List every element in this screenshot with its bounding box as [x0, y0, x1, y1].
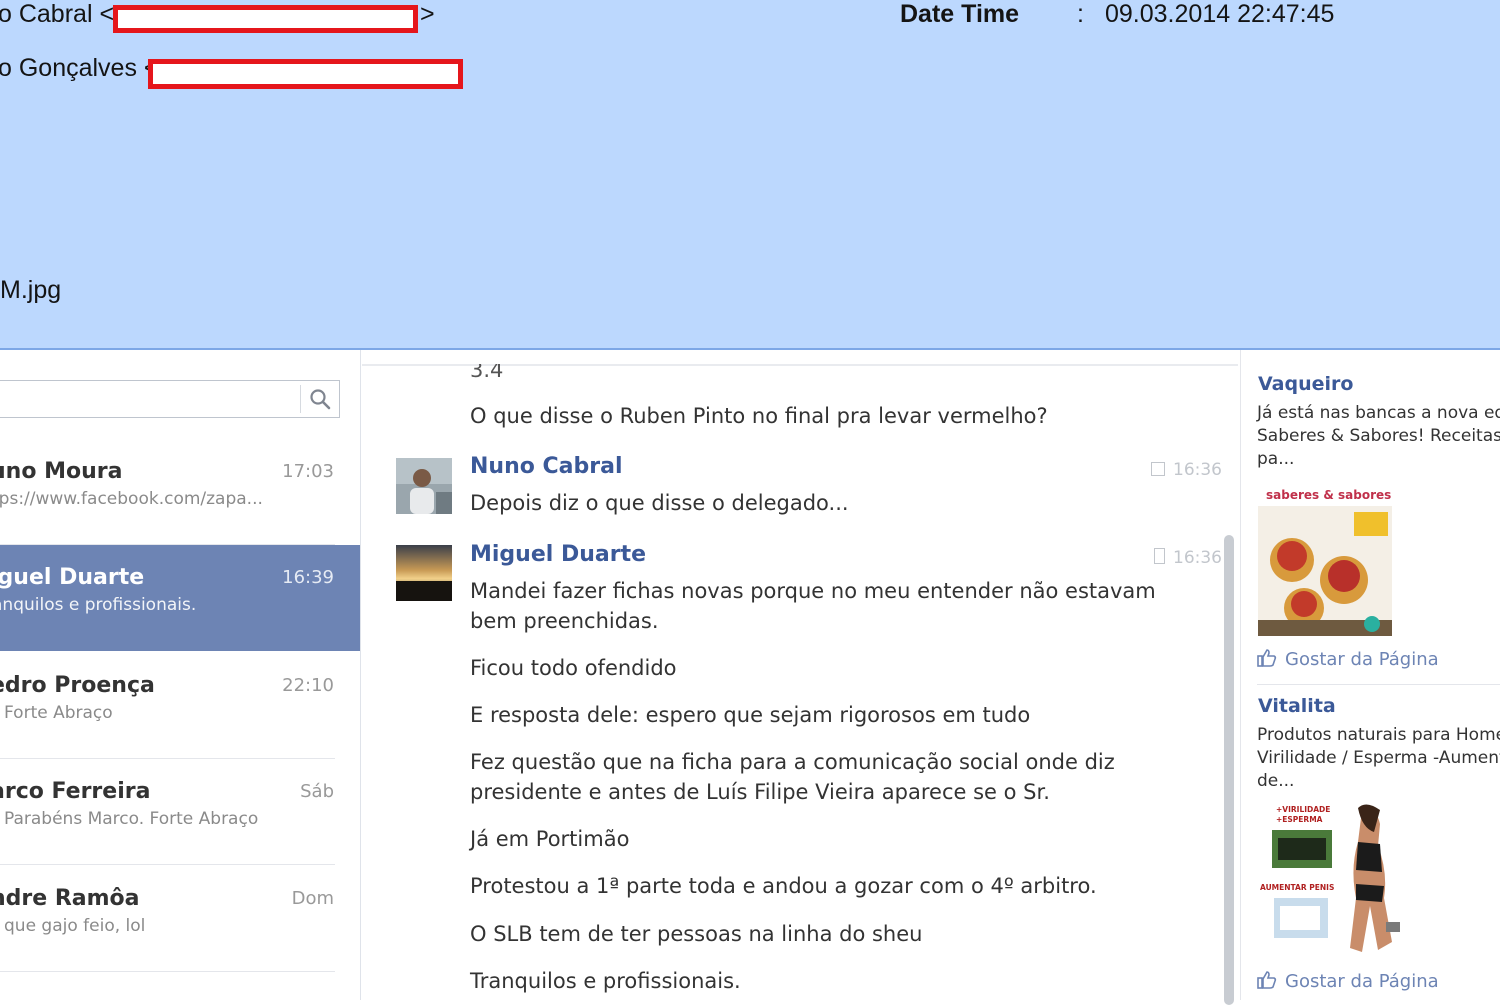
ad-title[interactable]: Vaqueiro: [1258, 373, 1353, 395]
conversation-list: uno Moura 17:03 tps://www.facebook.com/z…: [0, 350, 361, 1000]
conversation-name: arco Ferreira: [0, 779, 151, 804]
facebook-messages: uno Moura 17:03 tps://www.facebook.com/z…: [0, 350, 1500, 1005]
message-text: Tranquilos e profissionais.: [470, 969, 741, 993]
search-icon[interactable]: [309, 388, 331, 410]
conversation-snippet: anquilos e profissionais.: [0, 595, 197, 615]
message-text: O SLB tem de ter pessoas na linha do she…: [470, 922, 923, 946]
divider: [0, 971, 335, 972]
message-text: Fez questão que na ficha para a comunica…: [470, 750, 1115, 774]
conversation-time: 22:10: [282, 675, 334, 696]
ad-like-link[interactable]: Gostar da Página: [1257, 648, 1439, 670]
conversation-time: 16:39: [282, 567, 334, 588]
conversation-item[interactable]: arco Ferreira Sáb Parabéns Marco. Forte …: [0, 759, 360, 865]
conversation-time: Sáb: [300, 781, 334, 802]
sender-name[interactable]: Nuno Cabral: [470, 454, 623, 479]
message-mobile-icon: [1154, 548, 1165, 564]
search-box[interactable]: [0, 380, 340, 418]
conversation-name: iguel Duarte: [0, 565, 145, 590]
redacted-to-address: [148, 59, 463, 89]
message-thread: 3.4 O que disse o Ruben Pinto no final p…: [362, 350, 1238, 1005]
message-text: Mandei fazer fichas novas porque no meu …: [470, 579, 1156, 603]
conversation-snippet: que gajo feio, lol: [4, 916, 146, 936]
conversation-name: ndre Ramôa: [0, 886, 140, 911]
sponsored-ads: Vaqueiro Já está nas bancas a nova ed Sa…: [1240, 350, 1500, 1000]
from-address-end: >: [420, 0, 435, 28]
ad-body-line: de...: [1257, 771, 1295, 791]
svg-text:AUMENTAR PENIS: AUMENTAR PENIS: [1260, 883, 1334, 892]
thumbs-up-icon: [1257, 649, 1277, 667]
conversation-time: Dom: [291, 888, 334, 909]
ad-body-line: Saberes & Sabores! Receitas: [1257, 426, 1500, 446]
message-text: presidente e antes de Luís Filipe Vieira…: [470, 780, 1050, 804]
message-text: Ficou todo ofendido: [470, 656, 677, 680]
datetime-label: Date Time: [900, 0, 1020, 28]
ad-body-line: pa...: [1257, 449, 1295, 469]
message-sent-icon: [1151, 462, 1165, 476]
conversation-item-active[interactable]: iguel Duarte 16:39 anquilos e profission…: [0, 545, 360, 651]
search-input[interactable]: [0, 381, 311, 417]
message-text: Protestou a 1ª parte toda e andou a goza…: [470, 874, 1097, 898]
avatar-nuno-cabral[interactable]: [396, 458, 452, 514]
message-time: 16:36: [1154, 548, 1222, 568]
conversation-snippet: Parabéns Marco. Forte Abraço: [4, 809, 259, 829]
conversation-item[interactable]: ndre Ramôa Dom que gajo feio, lol: [0, 866, 360, 972]
attachment-filename[interactable]: M.jpg: [0, 276, 61, 304]
divider: [0, 864, 335, 865]
ad-body-line: Já está nas bancas a nova ed: [1257, 403, 1500, 423]
to-name: o Gonçalves <: [0, 54, 159, 82]
message-text: bem preenchidas.: [470, 609, 659, 633]
ad-body-line: Virilidade / Esperma -Aumenta: [1257, 748, 1500, 768]
email-header: o Cabral < > o Gonçalves < Date Time : 0…: [0, 0, 1500, 350]
message-text: O que disse o Ruben Pinto no final pra l…: [470, 404, 1048, 428]
conversation-time: 17:03: [282, 461, 334, 482]
conversation-item[interactable]: uno Moura 17:03 tps://www.facebook.com/z…: [0, 439, 360, 545]
conversation-name: edro Proença: [0, 673, 155, 698]
conversation-snippet: Forte Abraço: [4, 703, 113, 723]
thumbs-up-icon: [1257, 971, 1277, 989]
svg-text:saberes & sabores: saberes & sabores: [1266, 488, 1391, 502]
message-text: Depois diz o que disse o delegado...: [470, 491, 849, 515]
ad-like-link[interactable]: Gostar da Página: [1257, 970, 1439, 992]
conversation-snippet: tps://www.facebook.com/zapa...: [0, 489, 263, 509]
message-text: E resposta dele: espero que sejam rigoro…: [470, 703, 1031, 727]
from-name: o Cabral <: [0, 0, 115, 28]
redacted-from-address: [113, 5, 418, 33]
conversation-name: uno Moura: [0, 459, 123, 484]
conversation-item[interactable]: edro Proença 22:10 Forte Abraço: [0, 653, 360, 759]
datetime-value: 09.03.2014 22:47:45: [1105, 0, 1335, 28]
sender-name[interactable]: Miguel Duarte: [470, 542, 646, 567]
svg-text:+ESPERMA: +ESPERMA: [1276, 815, 1323, 824]
message-time: 16:36: [1151, 460, 1222, 480]
ad-image-product[interactable]: +VIRILIDADE +ESPERMA AUMENTAR PENIS: [1258, 802, 1418, 962]
message-text: Já em Portimão: [470, 827, 630, 851]
ad-divider: [1257, 684, 1500, 685]
avatar-miguel-duarte[interactable]: [396, 545, 452, 601]
ad-body-line: Produtos naturais para Home: [1257, 725, 1500, 745]
search-separator: [300, 385, 301, 413]
partial-message: 3.4: [470, 358, 504, 382]
svg-text:+VIRILIDADE: +VIRILIDADE: [1276, 805, 1330, 814]
ad-title[interactable]: Vitalita: [1258, 695, 1336, 717]
thread-scrollbar[interactable]: [1224, 535, 1234, 1005]
ad-image-magazine[interactable]: saberes & sabores: [1258, 480, 1392, 636]
datetime-colon: :: [1077, 0, 1084, 28]
